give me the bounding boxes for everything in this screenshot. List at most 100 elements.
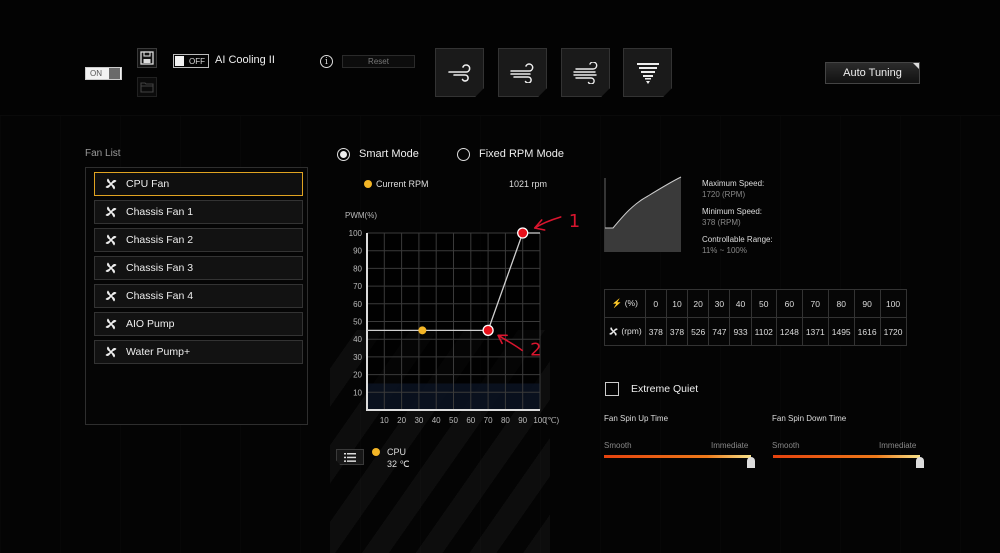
rpm-cell: 1371	[801, 317, 829, 346]
pwm-unit: (%)	[624, 298, 638, 308]
fixed-rpm-mode-radio[interactable]	[457, 148, 470, 161]
smart-mode-label[interactable]: Smart Mode	[359, 148, 419, 160]
spin-up-slider-thumb[interactable]	[747, 457, 755, 468]
pwm-rpm-table: ⚡ (%) 0 10 20 30 40 50 60 70 80 90 100 (…	[604, 289, 907, 346]
y-axis-label: PWM(%)	[345, 211, 377, 220]
fan-icon	[105, 206, 117, 218]
power-toggle-label: ON	[90, 69, 102, 78]
x-tick-label: 20	[397, 416, 406, 425]
save-button[interactable]	[137, 48, 157, 68]
fan-icon	[105, 290, 117, 302]
rpm-cell: 378	[665, 317, 689, 346]
spin-up-slider[interactable]	[604, 455, 751, 458]
y-tick-label: 60	[353, 300, 362, 309]
rpm-curve-preview	[604, 176, 682, 252]
current-rpm-label: Current RPM	[376, 179, 429, 189]
fan-list: CPU Fan Chassis Fan 1 Chassis Fan 2 Chas…	[85, 167, 308, 425]
fan-icon	[105, 234, 117, 246]
ai-cooling-toggle[interactable]: OFF	[173, 54, 209, 68]
fan-icon	[105, 262, 117, 274]
x-tick-label: 40	[432, 416, 441, 425]
pwm-cell: 30	[708, 289, 731, 318]
fan-name: Water Pump+	[126, 346, 191, 358]
fan-list-item-chassis-fan-3[interactable]: Chassis Fan 3	[94, 256, 303, 280]
info-icon[interactable]: i	[320, 55, 333, 68]
rpm-row: (rpm) 378 378 526 747 933 1102 1248 1371…	[604, 317, 907, 346]
preset-standard-button[interactable]	[498, 48, 547, 97]
power-toggle[interactable]: ON	[85, 67, 122, 80]
fan-name: Chassis Fan 4	[126, 290, 194, 302]
pwm-cell: 50	[750, 289, 777, 318]
extreme-quiet-checkbox[interactable]	[605, 382, 619, 396]
pwm-cell: 90	[853, 289, 881, 318]
x-tick-label: 70	[484, 416, 493, 425]
pwm-cell: 0	[644, 289, 667, 318]
wind-2-icon	[509, 62, 533, 83]
fan-icon	[105, 178, 117, 190]
fan-name: Chassis Fan 1	[126, 206, 194, 218]
pwm-row: ⚡ (%) 0 10 20 30 40 50 60 70 80 90 100	[604, 289, 907, 318]
fan-list-item-chassis-fan-1[interactable]: Chassis Fan 1	[94, 200, 303, 224]
rpm-cell: 378	[644, 317, 667, 346]
annotation-label: 1	[569, 211, 580, 232]
reset-button[interactable]: Reset	[342, 55, 415, 68]
rpm-unit: (rpm)	[621, 325, 642, 336]
pwm-cell: 100	[879, 289, 907, 318]
sensor-list-button[interactable]	[336, 449, 364, 465]
lightning-icon: ⚡	[611, 298, 623, 308]
fan-list-title: Fan List	[85, 148, 121, 159]
curve-control-point[interactable]	[482, 324, 494, 336]
current-operating-point	[418, 326, 427, 335]
rpm-cell: 526	[687, 317, 710, 346]
fan-name: Chassis Fan 3	[126, 262, 194, 274]
y-tick-label: 10	[353, 388, 362, 397]
curve-control-point[interactable]	[517, 227, 529, 239]
fan-list-item-chassis-fan-4[interactable]: Chassis Fan 4	[94, 284, 303, 308]
power-toggle-knob	[109, 68, 120, 79]
fan-list-item-chassis-fan-2[interactable]: Chassis Fan 2	[94, 228, 303, 252]
pwm-cell: 80	[827, 289, 855, 318]
preset-silent-button[interactable]	[435, 48, 484, 97]
pwm-cell: 20	[687, 289, 710, 318]
y-tick-label: 70	[353, 282, 362, 291]
preset-full-speed-button[interactable]	[623, 48, 672, 97]
rpm-header: (rpm)	[604, 317, 646, 346]
folder-icon	[140, 82, 154, 93]
ai-cooling-title: AI Cooling II	[215, 54, 275, 66]
load-profile-button[interactable]	[137, 77, 157, 97]
extreme-quiet-label[interactable]: Extreme Quiet	[631, 383, 698, 395]
fan-curve-chart[interactable]: PWM(%) 10 20 30 40 50 60 70 80 90 100 10 20 30 40 50 6…	[330, 205, 600, 430]
fan-list-item-aio-pump[interactable]: AIO Pump	[94, 312, 303, 336]
spin-down-slider-thumb[interactable]	[916, 457, 924, 468]
rpm-cell: 1102	[750, 317, 777, 346]
min-speed-value: 378 (RPM)	[702, 218, 741, 227]
preset-turbo-button[interactable]	[561, 48, 610, 97]
max-speed-label: Maximum Speed:	[702, 179, 765, 188]
current-rpm-dot	[364, 180, 372, 188]
fan-icon	[105, 346, 117, 358]
fan-name: AIO Pump	[126, 318, 175, 330]
fixed-rpm-mode-label[interactable]: Fixed RPM Mode	[479, 148, 564, 160]
pwm-cell: 60	[775, 289, 803, 318]
spin-up-title: Fan Spin Up Time	[604, 414, 669, 423]
fan-list-item-cpu-fan[interactable]: CPU Fan	[94, 172, 303, 196]
min-speed-label: Minimum Speed:	[702, 207, 763, 216]
wind-3-icon	[572, 61, 597, 84]
rpm-cell: 1720	[879, 317, 907, 346]
y-tick-label: 100	[349, 229, 363, 238]
list-icon	[344, 452, 356, 462]
spin-up-left-label: Smooth	[604, 441, 632, 450]
rpm-cell: 1495	[827, 317, 855, 346]
fan-list-item-water-pump[interactable]: Water Pump+	[94, 340, 303, 364]
current-rpm-value: 1021 rpm	[509, 179, 548, 189]
spin-down-slider[interactable]	[773, 455, 920, 458]
auto-tuning-button[interactable]: Auto Tuning	[825, 62, 920, 84]
rpm-cell: 933	[729, 317, 752, 346]
wind-1-icon	[447, 63, 470, 82]
rpm-cell: 747	[708, 317, 731, 346]
pwm-header: ⚡ (%)	[604, 289, 646, 318]
fan-name: CPU Fan	[126, 178, 170, 190]
pwm-cell: 40	[729, 289, 752, 318]
x-axis-label: (℃)	[545, 416, 560, 425]
smart-mode-radio[interactable]	[337, 148, 350, 161]
